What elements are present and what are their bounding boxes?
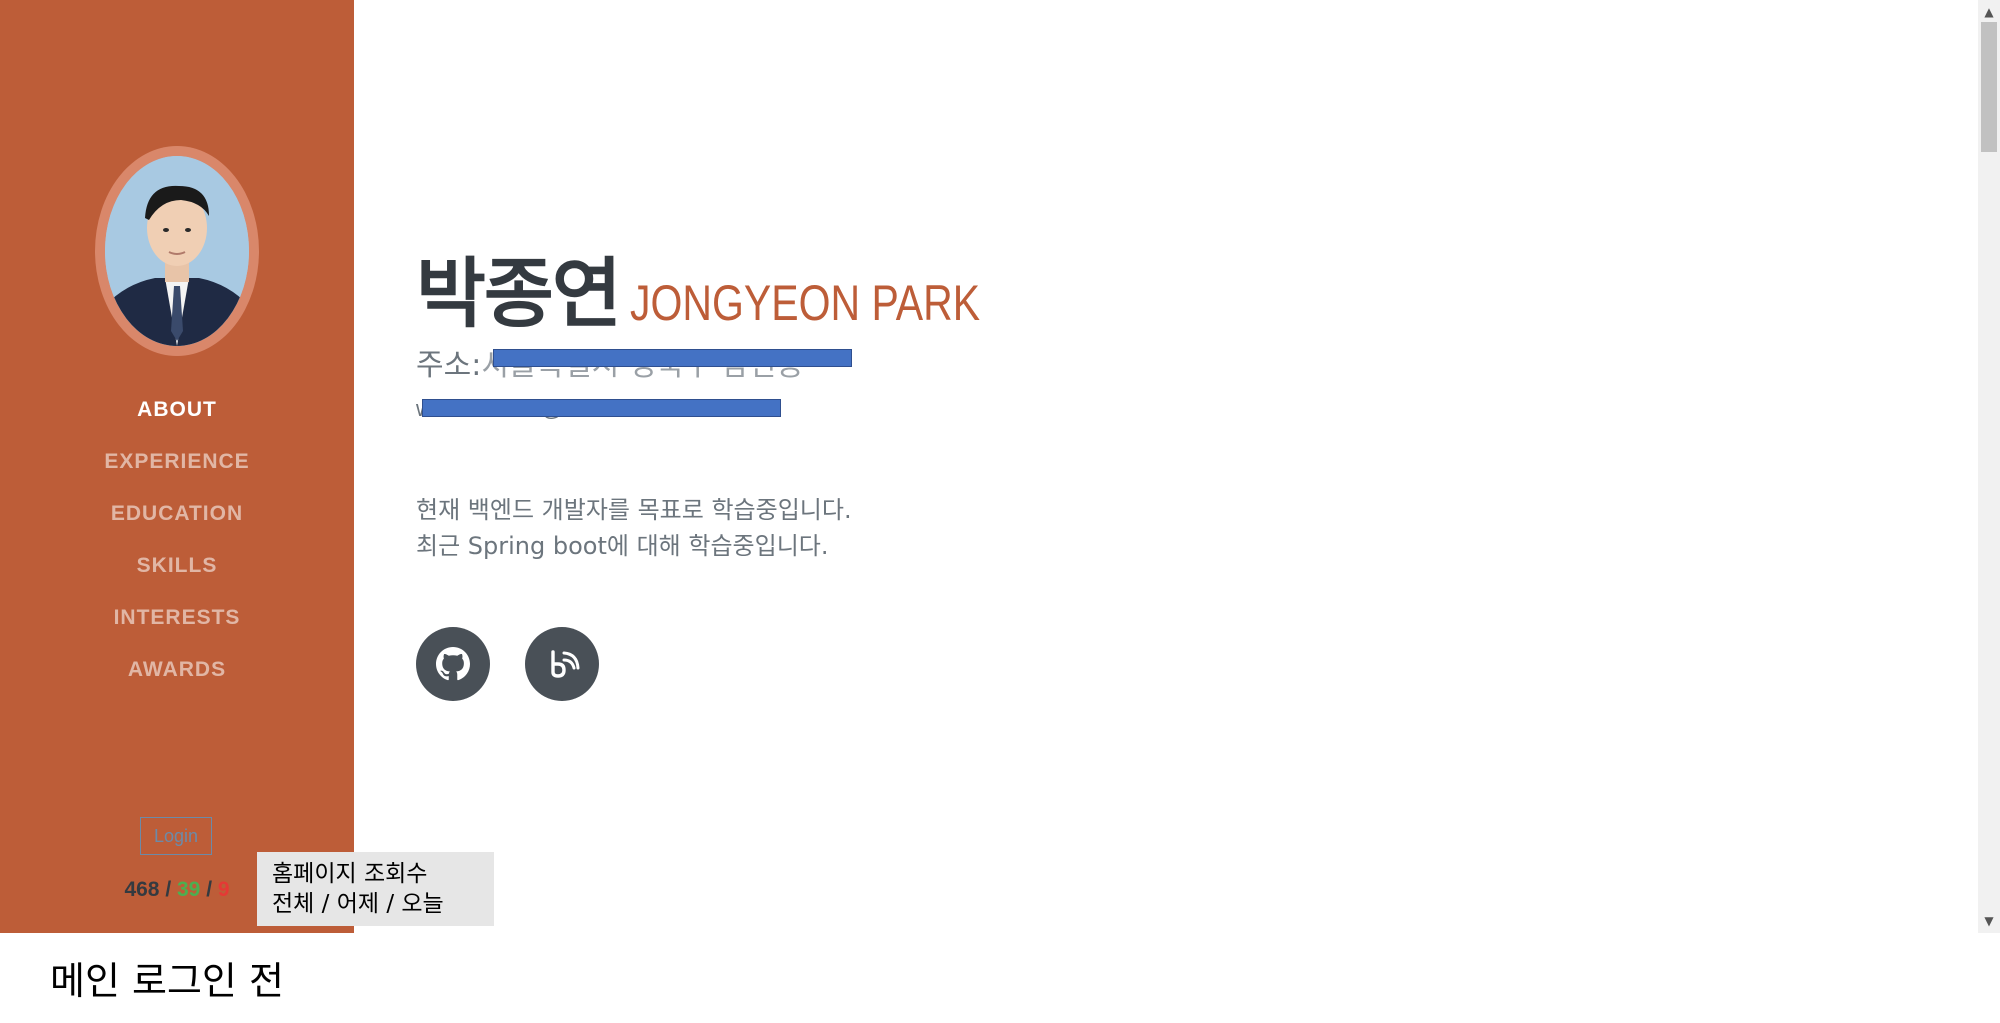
- nav-item-skills: SKILLS: [0, 540, 354, 592]
- visitor-caption-line2: 전체 / 어제 / 오늘: [272, 891, 444, 917]
- visitor-today: 9: [217, 878, 230, 901]
- nav-item-education: EDUCATION: [0, 488, 354, 540]
- sidebar-nav: ABOUT EXPERIENCE EDUCATION SKILLS INTERE…: [0, 384, 354, 696]
- sidebar: ABOUT EXPERIENCE EDUCATION SKILLS INTERE…: [0, 0, 354, 933]
- visitor-yesterday: 39: [177, 878, 201, 901]
- name-korean: 박종연: [416, 249, 622, 338]
- nav-item-about: ABOUT: [0, 384, 354, 436]
- address-label: 주소:: [416, 348, 482, 383]
- scroll-up-arrow-icon[interactable]: ▲: [1978, 2, 2000, 22]
- nav-item-interests: INTERESTS: [0, 592, 354, 644]
- address-redaction: [493, 349, 852, 367]
- visitor-caption-line1: 홈페이지 조회수: [272, 861, 428, 887]
- profile-photo: [105, 156, 249, 346]
- nav-link-about[interactable]: ABOUT: [137, 398, 217, 422]
- vertical-scrollbar[interactable]: ▲ ▼: [1978, 0, 2000, 933]
- login-button[interactable]: Login: [140, 817, 212, 855]
- scrollbar-thumb[interactable]: [1981, 22, 1997, 152]
- visitor-total: 468: [124, 878, 160, 901]
- intro-text: 현재 백엔드 개발자를 목표로 학습중입니다. 최근 Spring boot에 …: [416, 492, 852, 564]
- nav-link-interests[interactable]: INTERESTS: [114, 606, 241, 630]
- profile-photo-frame: [95, 146, 259, 356]
- page-caption: 메인 로그인 전: [50, 959, 284, 1003]
- visitor-separator: /: [200, 878, 218, 901]
- nav-item-awards: AWARDS: [0, 644, 354, 696]
- profile-name: 박종연 JONGYEON PARK: [416, 232, 1057, 342]
- intro-line1: 현재 백엔드 개발자를 목표로 학습중입니다.: [416, 496, 852, 524]
- github-link[interactable]: [416, 627, 490, 701]
- email-redaction: [422, 399, 781, 417]
- nav-link-awards[interactable]: AWARDS: [128, 658, 226, 682]
- github-icon: [436, 647, 470, 681]
- nav-link-education[interactable]: EDUCATION: [111, 502, 243, 526]
- visitor-separator: /: [159, 878, 177, 901]
- scroll-down-arrow-icon[interactable]: ▼: [1978, 911, 2000, 931]
- name-english: JONGYEON PARK: [629, 275, 980, 331]
- visitor-caption-box: 홈페이지 조회수 전체 / 어제 / 오늘: [257, 852, 494, 926]
- nav-item-experience: EXPERIENCE: [0, 436, 354, 488]
- blog-icon: [551, 650, 580, 678]
- blog-link[interactable]: [525, 627, 599, 701]
- nav-link-experience[interactable]: EXPERIENCE: [104, 450, 249, 474]
- intro-line2: 최근 Spring boot에 대해 학습중입니다.: [416, 532, 829, 560]
- nav-link-skills[interactable]: SKILLS: [137, 554, 218, 578]
